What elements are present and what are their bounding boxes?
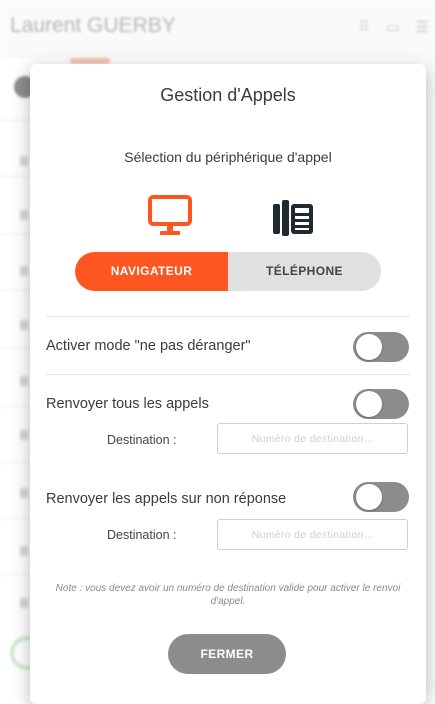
dialog-title: Gestion d'Appels	[160, 85, 296, 105]
forward-no-answer-toggle[interactable]	[353, 482, 409, 512]
divider	[46, 316, 410, 317]
device-segmented-control: NAVIGATEUR TÉLÉPHONE	[75, 252, 381, 291]
forward-all-destination-input[interactable]	[217, 423, 408, 454]
app-header: Laurent GUERBY ⠿ ▭ ☰	[0, 0, 435, 58]
forward-all-destination-label: Destination :	[107, 433, 177, 447]
monitor-icon[interactable]: ▭	[385, 18, 399, 36]
menu-icon[interactable]: ☰	[416, 18, 429, 36]
browser-option-button[interactable]: NAVIGATEUR	[75, 252, 228, 291]
keypad-icon[interactable]: ⠿	[358, 18, 369, 36]
dnd-toggle[interactable]	[353, 332, 409, 362]
call-management-dialog: Gestion d'Appels Sélection du périphériq…	[30, 64, 426, 704]
monitor-icon[interactable]	[148, 194, 192, 238]
dnd-label: Activer mode "ne pas déranger"	[46, 338, 251, 354]
right-strip	[426, 58, 435, 695]
toggle-knob	[356, 334, 382, 360]
forward-no-answer-label: Renvoyer les appels sur non réponse	[46, 491, 287, 507]
toggle-knob	[356, 484, 382, 510]
sidebar	[0, 58, 30, 695]
toggle-knob	[356, 391, 382, 417]
forward-all-label: Renvoyer tous les appels	[46, 396, 209, 412]
forward-all-toggle[interactable]	[353, 389, 409, 419]
forward-no-answer-destination-label: Destination :	[107, 528, 177, 542]
forward-no-answer-destination-input[interactable]	[217, 519, 408, 550]
header-icons: ⠿ ▭ ☰	[358, 18, 429, 36]
desk-phone-icon[interactable]	[270, 198, 316, 238]
device-selection-label: Sélection du périphérique d'appel	[124, 149, 332, 165]
forward-note: Note : vous devez avoir un numéro de des…	[55, 583, 401, 607]
app-title: Laurent GUERBY	[10, 14, 176, 37]
close-button[interactable]: FERMER	[168, 634, 286, 674]
phone-option-button[interactable]: TÉLÉPHONE	[228, 252, 381, 291]
divider	[46, 374, 410, 375]
